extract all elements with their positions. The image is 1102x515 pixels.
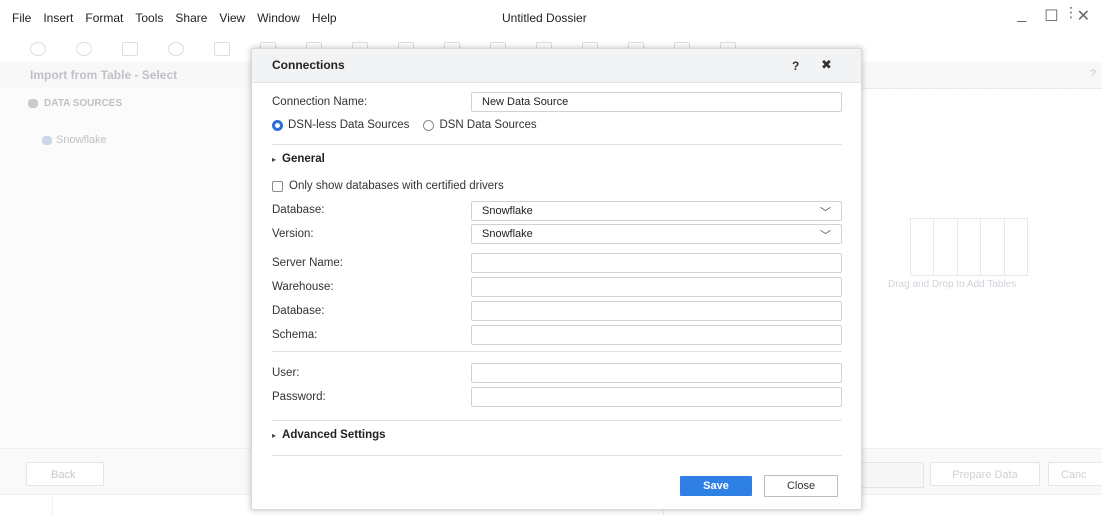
divider [272,455,842,456]
close-icon[interactable]: ✖ [821,57,832,73]
source-type-radio-group: DSN-less Data Sources DSN Data Sources [272,119,537,131]
version-select-value: Snowflake [482,228,533,240]
dialog-title: Connections [272,58,345,72]
dsn-radio-label[interactable]: DSN Data Sources [439,119,536,131]
database-select[interactable]: Snowflake ﹀ [471,201,842,221]
close-window-icon[interactable]: ✕ [1077,6,1090,26]
window-controls: _ ☐ ✕ [1017,6,1090,26]
divider [272,420,842,421]
save-icon[interactable] [122,42,138,56]
certified-drivers-label[interactable]: Only show databases with certified drive… [289,180,504,192]
menu-tools[interactable]: Tools [129,11,169,25]
dsn-less-radio[interactable] [272,119,283,131]
password-input[interactable] [471,387,842,407]
connection-name-input[interactable] [471,92,842,112]
connections-dialog: Connections ? ✖ Connection Name: DSN-les… [251,48,862,510]
more-icon[interactable]: ⋮ [1064,4,1078,21]
certified-drivers-checkbox[interactable] [272,180,283,192]
dsn-less-radio-label[interactable]: DSN-less Data Sources [288,119,409,131]
redo-icon[interactable] [76,42,92,56]
general-section-toggle[interactable]: ▸ General [272,153,325,165]
undo-icon[interactable] [30,42,46,56]
connection-name-label: Connection Name: [272,96,368,108]
expand-triangle-icon: ▸ [272,154,277,164]
refresh-icon[interactable] [168,42,184,56]
version-label: Version: [272,228,314,240]
server-name-label: Server Name: [272,257,343,269]
menu-share[interactable]: Share [169,11,213,25]
database-name-label: Database: [272,305,325,317]
help-icon[interactable]: ? [792,59,799,73]
warehouse-input[interactable] [471,277,842,297]
schema-label: Schema: [272,329,318,341]
menu-insert[interactable]: Insert [37,11,79,25]
divider [272,351,842,352]
save-button[interactable]: Save [680,476,752,496]
warehouse-label: Warehouse: [272,281,334,293]
certified-drivers-row[interactable]: Only show databases with certified drive… [272,180,504,192]
expand-triangle-icon: ▸ [272,430,277,440]
database-label: Database: [272,204,325,216]
menu-file[interactable]: File [0,11,37,25]
menu-format[interactable]: Format [79,11,129,25]
advanced-settings-label: Advanced Settings [282,429,386,441]
password-label: Password: [272,391,326,403]
advanced-settings-toggle[interactable]: ▸ Advanced Settings [272,429,386,441]
close-button[interactable]: Close [764,475,838,497]
user-label: User: [272,367,300,379]
dialog-header: Connections ? ✖ [252,49,861,83]
database-name-input[interactable] [471,301,842,321]
menu-view[interactable]: View [213,11,251,25]
database-select-value: Snowflake [482,205,533,217]
maximize-icon[interactable]: ☐ [1044,6,1058,26]
document-title: Untitled Dossier [502,11,587,25]
data-icon[interactable] [214,42,230,56]
dsn-radio[interactable] [423,119,435,131]
general-section-label: General [282,153,325,165]
schema-input[interactable] [471,325,842,345]
user-input[interactable] [471,363,842,383]
divider [272,144,842,145]
menu-help[interactable]: Help [306,11,343,25]
version-select[interactable]: Snowflake ﹀ [471,224,842,244]
menu-window[interactable]: Window [251,11,306,25]
chevron-down-icon: ﹀ [820,207,831,219]
chevron-down-icon: ﹀ [820,230,831,242]
minimize-icon[interactable]: _ [1017,6,1026,26]
server-name-input[interactable] [471,253,842,273]
